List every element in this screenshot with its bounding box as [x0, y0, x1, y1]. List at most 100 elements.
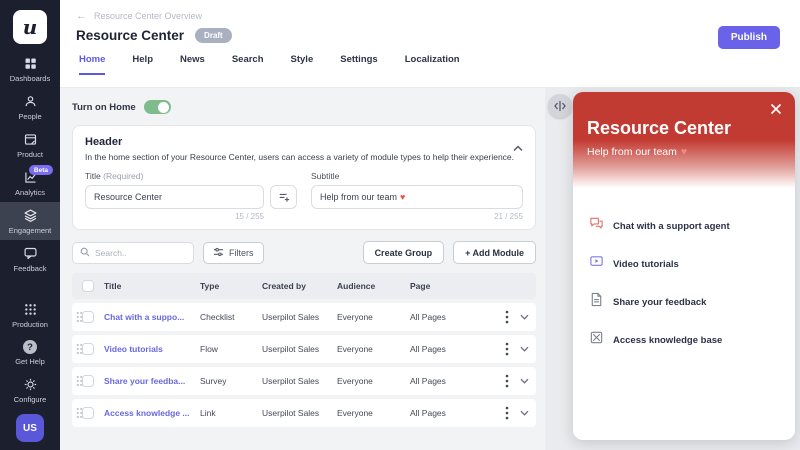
user-avatar[interactable]: US — [16, 414, 44, 442]
sidebar-item-label: People — [18, 112, 41, 121]
table-row: Chat with a suppo... Checklist Userpilot… — [72, 303, 536, 331]
subtitle-input[interactable]: Help from our team ♥ — [311, 185, 523, 209]
row-checkbox[interactable] — [82, 375, 94, 387]
create-group-button[interactable]: Create Group — [363, 241, 445, 264]
table-row: Share your feedba... Survey Userpilot Sa… — [72, 367, 536, 395]
sidebar-item-label: Engagement — [9, 226, 52, 235]
feedback-doc-icon — [589, 292, 604, 312]
row-checkbox[interactable] — [82, 407, 94, 419]
row-checkbox[interactable] — [82, 343, 94, 355]
preview-module-feedback[interactable]: Share your feedback — [589, 292, 779, 312]
module-title-link[interactable]: Chat with a suppo... — [104, 312, 200, 322]
resize-handle-icon[interactable] — [548, 94, 572, 118]
chevron-down-icon[interactable] — [520, 410, 529, 416]
module-type: Flow — [200, 344, 262, 354]
breadcrumb-label[interactable]: Resource Center Overview — [94, 11, 202, 21]
sidebar-item-get-help[interactable]: ? Get Help — [0, 334, 60, 371]
sidebar-item-analytics[interactable]: Beta Analytics — [0, 164, 60, 202]
module-audience: Everyone — [337, 376, 410, 386]
kebab-menu-icon[interactable] — [505, 310, 509, 324]
chevron-down-icon[interactable] — [520, 346, 529, 352]
kebab-menu-icon[interactable] — [505, 406, 509, 420]
userpilot-logo[interactable]: u — [13, 10, 47, 44]
drag-handle-icon[interactable] — [76, 375, 83, 387]
sidebar-item-label: Feedback — [14, 264, 47, 273]
tab-bar: Home Help News Search Style Settings Loc… — [76, 54, 780, 75]
subtitle-field-group: Subtitle Help from our team ♥ 21 / 255 — [311, 171, 523, 221]
sidebar-item-production[interactable]: Production — [0, 296, 60, 334]
kebab-menu-icon[interactable] — [505, 374, 509, 388]
tab-help[interactable]: Help — [132, 54, 153, 75]
preview-module-label: Access knowledge base — [613, 335, 722, 346]
tab-news[interactable]: News — [180, 54, 205, 75]
tab-localization[interactable]: Localization — [405, 54, 460, 75]
preview-module-video[interactable]: Video tutorials — [589, 254, 779, 274]
sidebar-item-feedback[interactable]: Feedback — [0, 240, 60, 278]
help-icon: ? — [23, 340, 37, 354]
tab-style[interactable]: Style — [291, 54, 314, 75]
filters-button[interactable]: Filters — [203, 242, 264, 264]
close-icon[interactable] — [770, 103, 782, 115]
sidebar-item-dashboards[interactable]: Dashboards — [0, 50, 60, 88]
sidebar-item-label: Product — [17, 150, 43, 159]
sidebar-item-label: Production — [12, 320, 48, 329]
preview-module-label: Video tutorials — [613, 259, 679, 270]
preview-title: Resource Center — [587, 118, 781, 139]
column-header-page: Page — [410, 281, 482, 291]
module-created-by: Userpilot Sales — [262, 408, 337, 418]
tab-search[interactable]: Search — [232, 54, 264, 75]
preview-module-knowledge[interactable]: Access knowledge base — [589, 330, 779, 350]
sidebar-bottom: Production ? Get Help Configure US — [0, 296, 60, 450]
add-module-button[interactable]: + Add Module — [453, 241, 536, 264]
module-page: All Pages — [410, 408, 482, 418]
chevron-up-icon[interactable] — [513, 139, 523, 157]
table-row: Access knowledge ... Link Userpilot Sale… — [72, 399, 536, 427]
turn-on-home-toggle[interactable] — [144, 100, 171, 114]
sidebar-item-label: Analytics — [15, 188, 45, 197]
module-title-link[interactable]: Share your feedba... — [104, 376, 200, 386]
heart-icon: ♥ — [400, 192, 405, 202]
publish-button[interactable]: Publish — [718, 26, 780, 49]
back-arrow-icon[interactable]: ← — [76, 12, 87, 21]
add-to-list-icon[interactable] — [270, 185, 297, 209]
tab-settings[interactable]: Settings — [340, 54, 377, 75]
heart-icon: ♥ — [681, 146, 687, 158]
chevron-down-icon[interactable] — [520, 314, 529, 320]
modules-toolbar: Filters Create Group + Add Module — [72, 241, 536, 264]
row-checkbox[interactable] — [82, 311, 94, 323]
title-input[interactable] — [85, 185, 264, 209]
preview-panel: Resource Center Help from our team ♥ Cha… — [545, 88, 800, 450]
preview-subtitle: Help from our team ♥ — [587, 146, 781, 158]
sidebar-item-configure[interactable]: Configure — [0, 371, 60, 409]
preview-module-chat[interactable]: Chat with a support agent — [589, 216, 779, 236]
drag-handle-icon[interactable] — [76, 407, 83, 419]
drag-handle-icon[interactable] — [76, 311, 83, 323]
module-type: Checklist — [200, 312, 262, 322]
chevron-down-icon[interactable] — [520, 378, 529, 384]
search-input[interactable] — [95, 248, 186, 258]
row-actions — [482, 374, 536, 388]
title-row: Resource Center Draft — [76, 28, 780, 43]
module-audience: Everyone — [337, 312, 410, 322]
module-page: All Pages — [410, 344, 482, 354]
sidebar-item-product[interactable]: Product — [0, 126, 60, 164]
sidebar-item-engagement[interactable]: Engagement — [0, 202, 60, 240]
tab-home[interactable]: Home — [79, 54, 105, 75]
module-title-link[interactable]: Video tutorials — [104, 344, 200, 354]
module-title-link[interactable]: Access knowledge ... — [104, 408, 200, 418]
preview-module-label: Share your feedback — [613, 297, 706, 308]
status-badge: Draft — [195, 28, 232, 43]
knowledge-base-icon — [589, 330, 604, 350]
production-icon — [23, 302, 38, 317]
sidebar-item-people[interactable]: People — [0, 88, 60, 126]
breadcrumb[interactable]: ← Resource Center Overview — [76, 11, 780, 21]
module-page: All Pages — [410, 312, 482, 322]
column-header-created-by: Created by — [262, 281, 337, 291]
select-all-checkbox[interactable] — [82, 280, 94, 292]
turn-on-home-row: Turn on Home — [72, 100, 536, 114]
gear-icon — [23, 377, 38, 392]
drag-handle-icon[interactable] — [76, 343, 83, 355]
kebab-menu-icon[interactable] — [505, 342, 509, 356]
module-type: Survey — [200, 376, 262, 386]
page-title: Resource Center — [76, 28, 184, 43]
